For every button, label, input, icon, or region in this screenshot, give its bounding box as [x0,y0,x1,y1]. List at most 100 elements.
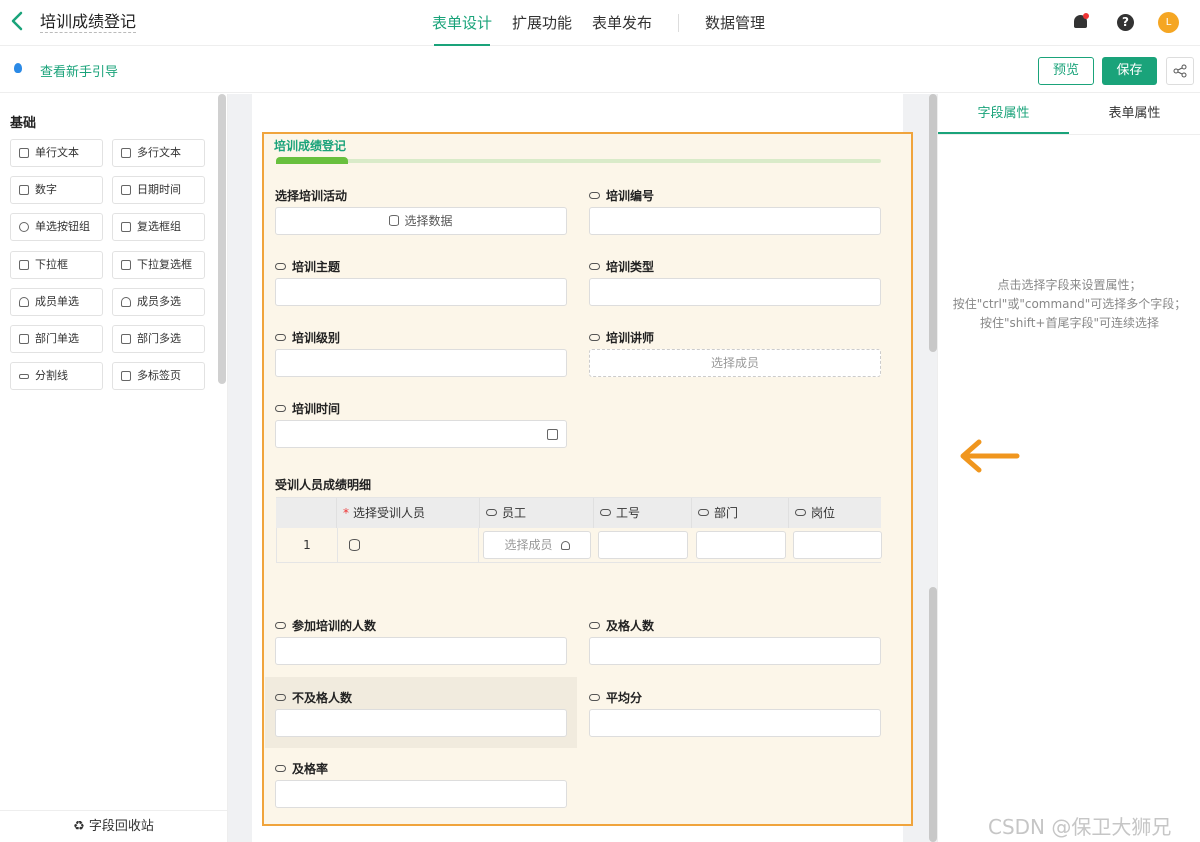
training-type-input[interactable] [589,278,881,306]
component-checkbox-group[interactable]: 复选框组 [112,213,205,241]
component-member-multi[interactable]: 成员多选 [112,288,205,316]
component-divider[interactable]: 分割线 [10,362,103,390]
back-arrow-icon[interactable] [10,10,30,34]
component-radio-group[interactable]: 单选按钮组 [10,213,103,241]
palette-section-title: 基础 [10,116,37,131]
link-icon [275,765,286,772]
calendar-icon [547,429,558,440]
row-index: 1 [303,538,311,552]
link-icon [795,509,806,516]
select-data-button[interactable]: 选择数据 [275,207,567,235]
department-input[interactable] [696,531,786,559]
property-hint-line-2: 按住"ctrl"或"command"可选择多个字段； [952,297,1187,311]
column-header-employee: 员工 [479,498,593,529]
lecturer-member-picker[interactable]: 选择成员 [589,349,881,377]
watermark-text: CSDN @保卫大狮兄 [988,815,1172,839]
select-data-icon[interactable] [349,539,360,551]
column-header-index [276,498,336,529]
training-topic-input[interactable] [275,278,567,306]
lightbulb-icon [14,63,22,73]
tab-form-design[interactable]: 表单设计 [422,0,502,46]
number-icon [19,185,29,195]
tab-field-properties[interactable]: 字段属性 [938,94,1069,134]
user-icon [19,297,29,307]
canvas-scrollbar-top[interactable] [929,94,937,352]
checkbox-icon [121,222,131,232]
link-icon [589,263,600,270]
employee-id-input[interactable] [598,531,688,559]
form-section-title: 培训成绩登记 [274,139,347,153]
share-button[interactable] [1166,57,1194,85]
subtable-header: * 选择受训人员 员工 工号 部门 岗位 [276,497,881,529]
failed-count-input[interactable] [275,709,567,737]
link-icon [486,509,497,516]
component-number[interactable]: 数字 [10,176,103,204]
employee-member-picker[interactable]: 选择成员 [483,531,591,559]
training-level-input[interactable] [275,349,567,377]
column-header-employee-id: 工号 [593,498,691,529]
help-icon[interactable]: ? [1117,14,1134,31]
tab-form-properties[interactable]: 表单属性 [1069,94,1200,134]
top-bar: 培训成绩登记 表单设计 扩展功能 表单发布 数据管理 ? L [0,0,1200,46]
palette-scrollbar[interactable] [218,94,226,384]
component-datetime[interactable]: 日期时间 [112,176,205,204]
tabs-icon [121,371,131,381]
tab-divider [678,14,680,32]
passed-count-input[interactable] [589,637,881,665]
divider-icon [19,374,29,379]
link-icon [275,263,286,270]
preview-button[interactable]: 预览 [1038,57,1094,85]
property-hint-line-1: 点击选择字段来设置属性； [997,278,1142,292]
component-single-line-text[interactable]: 单行文本 [10,139,103,167]
subtable-title: 受训人员成绩明细 [275,478,372,492]
link-icon [600,509,611,516]
text-field-icon [19,148,29,158]
component-dropdown-multi[interactable]: 下拉复选框 [112,251,205,279]
column-header-trainee: * 选择受训人员 [336,498,479,529]
tab-form-publish[interactable]: 表单发布 [582,0,662,46]
form-name-title[interactable]: 培训成绩登记 [40,12,137,33]
field-label-time: 培训时间 [275,400,340,417]
position-input[interactable] [793,531,882,559]
link-icon [589,622,600,629]
component-dropdown[interactable]: 下拉框 [10,251,103,279]
link-icon [275,622,286,629]
component-dept-multi[interactable]: 部门多选 [112,325,205,353]
beginner-guide-link[interactable]: 查看新手引导 [40,61,118,80]
column-header-department: 部门 [691,498,788,529]
component-dept-single[interactable]: 部门单选 [10,325,103,353]
average-score-input[interactable] [589,709,881,737]
field-label-lecturer: 培训讲师 [589,329,654,346]
link-icon [589,192,600,199]
training-code-input[interactable] [589,207,881,235]
title-underline [276,159,881,163]
component-member-single[interactable]: 成员单选 [10,288,103,316]
component-multi-line-text[interactable]: 多行文本 [112,139,205,167]
title-accent-bar [276,157,348,164]
field-label-participants: 参加培训的人数 [275,617,376,634]
departments-icon [121,334,131,344]
users-icon [121,297,131,307]
field-label-code: 培训编号 [589,187,654,204]
pass-rate-input[interactable] [275,780,567,808]
notification-bell-icon[interactable] [1073,13,1089,31]
radio-icon [19,222,29,232]
field-label-type: 培训类型 [589,258,654,275]
participants-input[interactable] [275,637,567,665]
save-button[interactable]: 保存 [1102,57,1157,85]
tab-extensions[interactable]: 扩展功能 [502,0,582,46]
field-recycle-bin-button[interactable]: ♻ 字段回收站 [0,810,227,842]
field-label-topic: 培训主题 [275,258,340,275]
property-hint-line-3: 按住"shift+首尾字段"可连续选择 [979,316,1159,330]
training-time-picker[interactable] [275,420,567,448]
field-label-failed: 不及格人数 [275,689,352,706]
component-palette: 基础 单行文本 多行文本 数字 日期时间 单选按钮组 复选框组 下拉框 下拉复选… [0,94,228,842]
tab-data-management[interactable]: 数据管理 [695,0,775,46]
calendar-icon [121,185,131,195]
canvas-scrollbar-bottom[interactable] [929,587,937,842]
component-multi-tab[interactable]: 多标签页 [112,362,205,390]
link-icon [589,694,600,701]
recycle-icon: ♻ [73,819,85,834]
field-label-pass-rate: 及格率 [275,760,328,777]
user-avatar[interactable]: L [1158,12,1179,33]
